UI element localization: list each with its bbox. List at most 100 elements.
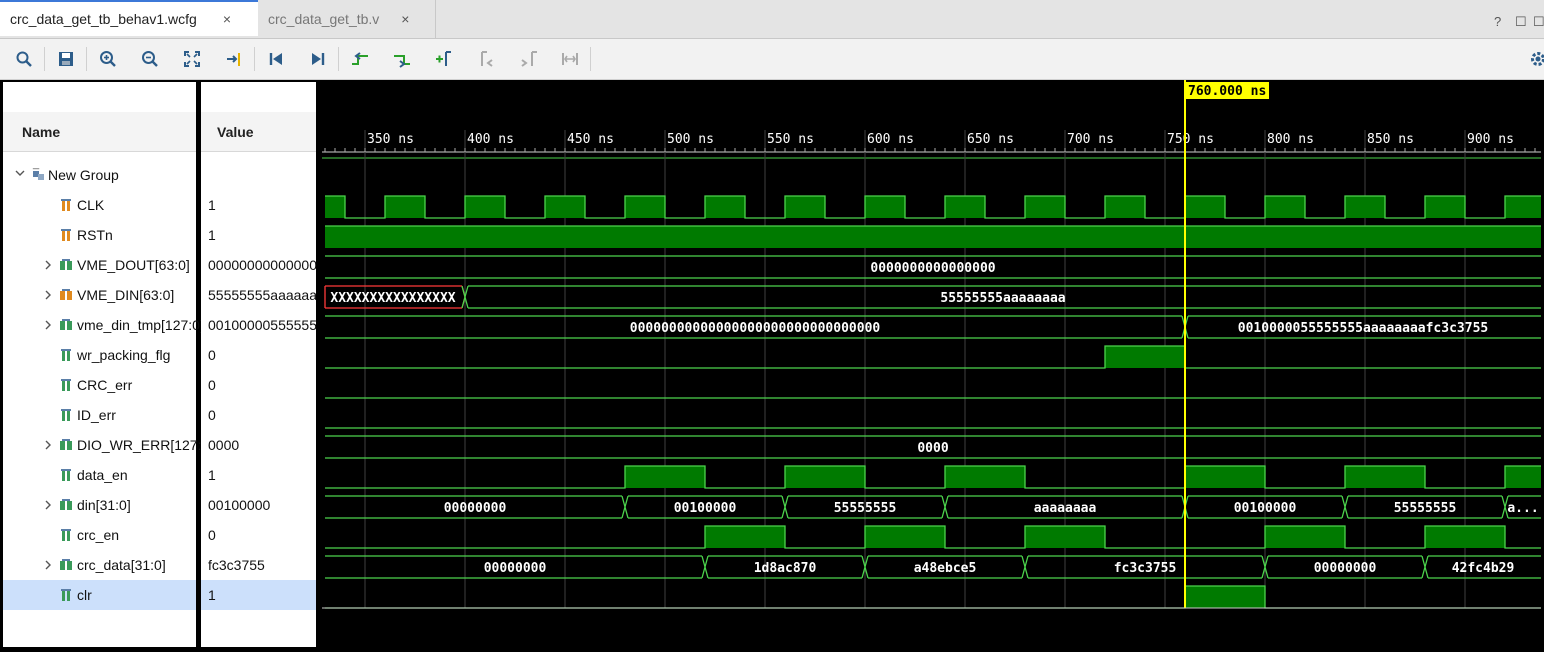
swap-cursors-icon[interactable] xyxy=(560,49,580,69)
signal-row[interactable]: clr xyxy=(3,580,196,610)
signal-row[interactable]: CRC_err xyxy=(3,370,196,400)
bus-signal-icon xyxy=(59,288,73,305)
bus-value-label: 00000000000000000000000000000000 xyxy=(630,321,881,336)
go-to-time-zero-icon[interactable] xyxy=(266,49,286,69)
signal-name: clr xyxy=(77,587,92,603)
signal-name: crc_en xyxy=(77,527,120,543)
bit-high-fill xyxy=(1345,466,1425,488)
value-column-header[interactable]: Value xyxy=(201,112,316,152)
bit-high-fill xyxy=(705,526,785,548)
waveform-svg[interactable]: 350 ns 400 ns 450 ns 500 ns 550 ns 600 ns 650 … xyxy=(322,80,1544,647)
bit-high-fill xyxy=(325,226,1541,248)
time-tick-label: 750 ns xyxy=(1167,132,1214,147)
bit-high-fill xyxy=(865,526,945,548)
bit-high-fill xyxy=(1105,196,1145,218)
add-marker-icon[interactable] xyxy=(434,49,454,69)
chevron-right-icon[interactable] xyxy=(43,319,53,333)
previous-transition-icon[interactable] xyxy=(350,49,370,69)
tab-label: crc_data_get_tb.v xyxy=(268,11,380,27)
tab-wcfg[interactable]: crc_data_get_tb_behav1.wcfg × xyxy=(0,0,258,36)
maximize-icon[interactable]: ☐ xyxy=(1533,14,1544,30)
close-icon[interactable]: × xyxy=(223,11,231,27)
previous-marker-icon[interactable] xyxy=(476,49,496,69)
time-tick-label: 700 ns xyxy=(1067,132,1114,147)
zoom-in-icon[interactable] xyxy=(98,49,118,69)
bus-value-label: a... xyxy=(1507,501,1538,516)
signal-name: RSTn xyxy=(77,227,113,243)
bus-value-label: 00100000 xyxy=(674,501,737,516)
help-icon[interactable]: ? xyxy=(1494,14,1501,29)
signal-name: CLK xyxy=(77,197,105,213)
signal-value: 0000000000000000 xyxy=(208,257,316,273)
time-tick-label: 500 ns xyxy=(667,132,714,147)
bit-high-fill xyxy=(785,196,825,218)
search-icon[interactable] xyxy=(14,49,34,69)
bus-signal-icon xyxy=(59,558,73,575)
time-tick-label: 900 ns xyxy=(1467,132,1514,147)
signal-name: ID_err xyxy=(77,407,116,423)
bus-value-label: 00000000 xyxy=(444,501,507,516)
gear-icon[interactable] xyxy=(1528,49,1544,69)
signal-row[interactable]: data_en xyxy=(3,460,196,490)
save-icon[interactable] xyxy=(56,49,76,69)
name-column-header[interactable]: Name xyxy=(3,112,196,152)
chevron-right-icon[interactable] xyxy=(43,439,53,453)
chevron-right-icon[interactable] xyxy=(43,499,53,513)
signal-row[interactable]: wr_packing_flg xyxy=(3,340,196,370)
chevron-right-icon[interactable] xyxy=(43,289,53,303)
signal-name: data_en xyxy=(77,467,128,483)
signal-value: 0 xyxy=(208,527,216,543)
signal-row[interactable]: crc_data[31:0] xyxy=(3,550,196,580)
bit-high-fill xyxy=(1425,526,1505,548)
signal-value: 0000 xyxy=(208,437,240,453)
group-icon xyxy=(32,168,46,185)
bus-value-label: 00000000 xyxy=(484,561,547,576)
chevron-down-icon[interactable] xyxy=(15,167,25,181)
bit-high-fill xyxy=(625,196,665,218)
signal-row[interactable]: ID_err xyxy=(3,400,196,430)
waveform-canvas[interactable]: 350 ns 400 ns 450 ns 500 ns 550 ns 600 ns 650 … xyxy=(322,80,1544,647)
bit-trace xyxy=(325,345,1541,369)
signal-row[interactable]: din[31:0] xyxy=(3,490,196,520)
group-name: New Group xyxy=(48,167,119,183)
bit-high-fill xyxy=(625,466,705,488)
restore-icon[interactable]: ☐ xyxy=(1515,14,1527,30)
signal-row[interactable]: RSTn xyxy=(3,220,196,250)
signal-row[interactable]: vme_din_tmp[127:0] xyxy=(3,310,204,340)
time-tick-label: 350 ns xyxy=(367,132,414,147)
group-row-new-group[interactable]: New Group xyxy=(3,160,196,190)
bit-signal-icon xyxy=(59,228,73,245)
tab-verilog-source[interactable]: crc_data_get_tb.v × xyxy=(258,0,436,38)
time-tick-label: 650 ns xyxy=(967,132,1014,147)
go-to-last-time-icon[interactable] xyxy=(308,49,328,69)
signal-value: 1 xyxy=(208,197,216,213)
zoom-fit-icon[interactable] xyxy=(182,49,202,69)
bit-high-fill xyxy=(705,196,745,218)
bus-value-label: a48ebce5 xyxy=(914,561,977,576)
signal-row[interactable]: DIO_WR_ERR[127:0] xyxy=(3,430,213,460)
bus-value-label: XXXXXXXXXXXXXXXX xyxy=(330,291,455,306)
next-marker-icon[interactable] xyxy=(518,49,538,69)
next-transition-icon[interactable] xyxy=(392,49,412,69)
time-tick-label: 850 ns xyxy=(1367,132,1414,147)
go-to-cursor-icon[interactable] xyxy=(224,49,244,69)
signal-row[interactable]: CLK xyxy=(3,190,196,220)
signal-row[interactable]: VME_DIN[63:0] xyxy=(3,280,196,310)
cursor-time-label: 760.000 ns xyxy=(1188,84,1266,99)
signal-name: DIO_WR_ERR[127:0] xyxy=(77,437,214,453)
editor-tab-bar: crc_data_get_tb_behav1.wcfg × crc_data_g… xyxy=(0,0,1544,39)
close-icon[interactable]: × xyxy=(401,11,409,27)
signal-row[interactable]: crc_en xyxy=(3,520,196,550)
zoom-out-icon[interactable] xyxy=(140,49,160,69)
signal-name: wr_packing_flg xyxy=(77,347,171,363)
bit-high-fill xyxy=(785,466,865,488)
bit-signal-icon xyxy=(59,408,73,425)
signal-name: VME_DOUT[63:0] xyxy=(77,257,190,273)
bus-value-label: 55555555aaaaaaaa xyxy=(940,291,1065,306)
chevron-right-icon[interactable] xyxy=(43,559,53,573)
chevron-right-icon[interactable] xyxy=(43,259,53,273)
signal-value: 1 xyxy=(208,227,216,243)
signal-list-panel: Name _ New Group CLK RSTn VME_DOUT[63:0] VM… xyxy=(0,80,320,647)
bit-high-fill xyxy=(1265,526,1345,548)
signal-row[interactable]: VME_DOUT[63:0] xyxy=(3,250,196,280)
